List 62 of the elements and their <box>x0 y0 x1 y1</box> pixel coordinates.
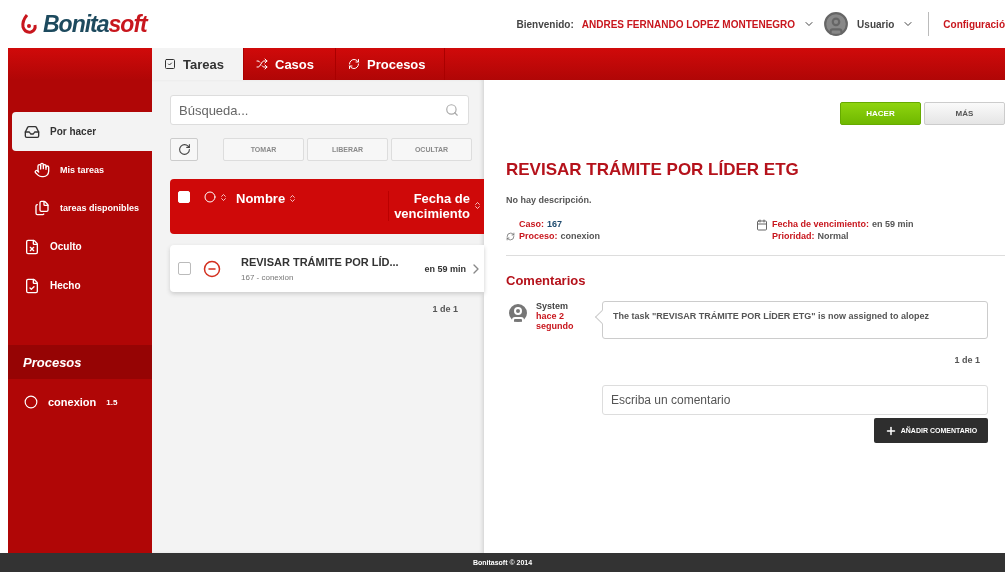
processes-heading: Procesos <box>8 345 152 379</box>
row-checkbox[interactable] <box>178 262 191 275</box>
sort-icon[interactable] <box>288 194 298 203</box>
logo-mark-icon <box>20 13 40 35</box>
task-row[interactable]: REVISAR TRÁMITE POR LÍD... 167 - conexion en 59 min <box>170 245 484 292</box>
sidebar-item[interactable]: Por hacer <box>12 112 152 151</box>
welcome-label: Bienvenido: <box>516 18 574 30</box>
user-avatar-icon <box>823 11 850 37</box>
task-subtitle: 167 - conexion <box>241 272 295 282</box>
search-field[interactable]: Búsqueda... <box>170 95 469 125</box>
comment-author: System <box>536 301 570 311</box>
shuffle-icon <box>256 58 268 70</box>
sort-icon[interactable] <box>219 192 228 202</box>
field-value[interactable]: 167 <box>547 219 563 229</box>
task-due: en 59 min <box>424 263 466 274</box>
refresh-button[interactable] <box>170 138 198 161</box>
detail-button[interactable]: MÁS <box>924 102 1005 125</box>
status-column-icon[interactable] <box>204 191 216 203</box>
field-label: Caso: <box>519 219 544 229</box>
field-value: en 59 min <box>872 219 914 229</box>
sidebar-subitem[interactable]: Mis tareas <box>8 151 152 189</box>
checkbox-icon <box>164 58 176 70</box>
select-all-checkbox[interactable] <box>178 191 190 203</box>
calendar-icon <box>756 219 768 231</box>
sort-icon[interactable] <box>473 201 482 210</box>
settings-link[interactable]: Configuració <box>943 18 1005 30</box>
field-label: Prioridad: <box>772 231 815 241</box>
task-heading: REVISAR TRÁMITE POR LÍDER ETG <box>506 160 800 180</box>
nav-tab[interactable]: Tareas <box>152 48 244 80</box>
pager-text: 1 de 1 <box>432 304 458 314</box>
user-avatar-icon <box>506 301 530 325</box>
column-header[interactable]: Nombre <box>236 191 286 206</box>
task-description: No hay descripción. <box>506 195 593 205</box>
file-check-icon <box>24 277 40 294</box>
process-item[interactable]: conexion 1.5 <box>8 379 152 409</box>
field-value: conexion <box>560 231 601 241</box>
files-icon <box>34 200 50 216</box>
refresh-icon <box>177 143 191 156</box>
comment-time: hace 2 segundo <box>536 311 575 331</box>
search-icon <box>445 103 459 117</box>
tray-icon <box>24 123 40 140</box>
file-x-icon <box>24 238 40 255</box>
comment-input[interactable]: Escriba un comentario <box>602 385 988 415</box>
pager-text: 1 de 1 <box>954 355 980 365</box>
field-label: Fecha de vencimiento: <box>772 219 870 229</box>
sidebar-item[interactable]: Hecho <box>12 266 152 305</box>
field-label: Proceso: <box>519 231 558 241</box>
bonitasoft-logo: Bonitasoft <box>20 10 147 38</box>
process-icon <box>506 231 515 241</box>
cycle-icon <box>348 58 360 70</box>
sidebar-item[interactable]: Oculto <box>12 227 152 266</box>
user-menu[interactable]: Usuario <box>857 18 895 30</box>
sidebar-subitem[interactable]: tareas disponibles <box>8 189 152 227</box>
comments-heading: Comentarios <box>506 273 587 288</box>
task-title: REVISAR TRÁMITE POR LÍD... <box>241 255 399 268</box>
field-value: Normal <box>817 231 849 241</box>
column-header[interactable]: Fecha de vencimiento <box>389 191 470 221</box>
plus-icon <box>884 424 897 437</box>
hand-icon <box>34 162 50 178</box>
circle-icon <box>24 395 38 409</box>
user-name: ANDRES FERNANDO LOPEZ MONTENEGRO <box>581 18 796 30</box>
minus-circle-icon <box>203 259 221 278</box>
